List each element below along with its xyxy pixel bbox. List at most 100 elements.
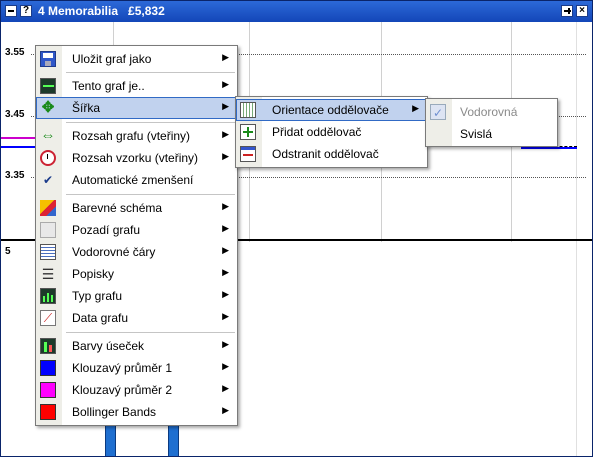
window-title: 4 Memorabilia £5,832 [38,4,165,18]
menu-item-vertical-orientation[interactable]: Svislá [426,123,557,145]
width-arrows-icon: ✥ [41,99,55,116]
submenu-arrow-icon: ▶ [222,201,229,211]
close-button[interactable]: × [576,5,588,17]
submenu-arrow-icon: ▶ [222,245,229,255]
menu-item-label: Orientace oddělovače [272,103,389,117]
menu-item-label: Šířka [72,101,101,115]
menu-item-label: Data grafu [72,311,129,325]
submenu-arrow-icon: ▶ [222,361,229,371]
chart-type-icon [40,288,56,304]
menu-item-remove-divider[interactable]: Odstranit oddělovač [236,143,427,165]
minimize-button[interactable] [5,5,17,17]
magenta-swatch-icon [40,382,56,398]
menu-item-save-chart-as[interactable]: Uložit graf jako ▶ [36,48,237,70]
menu-item-label: Barevné schéma [72,201,163,215]
menu-item-chart-type[interactable]: Typ grafu ▶ [36,285,237,307]
chart-data-icon: ⟋ [40,310,56,326]
menu-separator [66,72,235,73]
submenu-arrow-icon: ▶ [222,383,229,393]
blue-swatch-icon [40,360,56,376]
volume-axis-label: 5 [5,246,11,257]
menu-item-labels[interactable]: ☰ Popisky ▶ [36,263,237,285]
window-title-name: 4 Memorabilia [38,4,119,18]
menu-item-width[interactable]: ✥ Šířka ▶ [36,97,237,119]
checkmark-icon: ✓ [430,104,446,120]
floppy-disk-icon [40,51,56,67]
window-title-price: £5,832 [128,4,165,18]
submenu-arrow-icon: ▶ [222,289,229,299]
stopwatch-icon [40,150,56,166]
menu-item-label: Barvy úseček [72,339,145,353]
menu-item-this-chart-is[interactable]: Tento graf je.. ▶ [36,75,237,97]
menu-item-label: Popisky [72,267,115,281]
moving-average-1-line-right [521,147,577,149]
paint-bucket-icon [40,200,56,216]
red-swatch-icon [40,404,56,420]
menu-item-bollinger-bands[interactable]: Bollinger Bands ▶ [36,401,237,423]
horizontal-lines-icon [40,244,56,260]
menu-item-divider-orientation[interactable]: Orientace oddělovače ▶ [236,99,427,121]
menu-item-label: Tento graf je.. [72,79,145,93]
checkmark-icon: ✔ [42,173,54,187]
volume-bar [168,425,179,456]
divider-orientation-icon [240,102,256,118]
menu-item-label: Svislá [460,127,493,141]
menu-item-moving-average-1[interactable]: Klouzavý průměr 1 ▶ [36,357,237,379]
help-button[interactable]: ? [20,5,32,17]
y-tick-label: 3.35 [5,170,25,181]
submenu-arrow-icon: ▶ [222,101,229,111]
submenu-arrow-icon: ▶ [222,339,229,349]
menu-item-label: Pozadí grafu [72,223,141,237]
menu-item-add-divider[interactable]: Přidat oddělovač [236,121,427,143]
menu-item-bar-colors[interactable]: Barvy úseček ▶ [36,335,237,357]
menu-item-color-scheme[interactable]: Barevné schéma ▶ [36,197,237,219]
menu-item-horizontal-lines[interactable]: Vodorovné čáry ▶ [36,241,237,263]
submenu-arrow-icon: ▶ [222,79,229,89]
width-submenu: Orientace oddělovače ▶ Přidat oddělovač … [235,96,428,168]
menu-separator [66,194,235,195]
submenu-arrow-icon: ▶ [222,151,229,161]
submenu-arrow-icon: ▶ [222,52,229,62]
horizontal-arrows-icon: ⇔ [40,127,56,144]
chart-monitor-icon [40,78,56,94]
volume-bar [105,425,116,456]
title-bar[interactable]: ? 4 Memorabilia £5,832 × [1,1,592,22]
bar-colors-icon [40,338,56,354]
labels-list-icon: ☰ [41,266,55,282]
menu-item-chart-background[interactable]: Pozadí grafu ▶ [36,219,237,241]
menu-separator [66,332,235,333]
submenu-arrow-icon: ▶ [222,129,229,139]
submenu-arrow-icon: ▶ [222,267,229,277]
menu-separator [66,122,235,123]
orientation-submenu: ✓ Vodorovná Svislá [425,98,558,147]
background-icon [40,222,56,238]
menu-item-chart-range[interactable]: ⇔ Rozsah grafu (vteřiny) ▶ [36,125,237,147]
menu-item-label: Bollinger Bands [72,405,157,419]
pin-button[interactable] [561,5,573,17]
menu-item-label: Rozsah grafu (vteřiny) [72,129,191,143]
menu-item-label: Automatické zmenšení [72,173,194,187]
menu-item-horizontal-orientation[interactable]: ✓ Vodorovná [426,101,557,123]
menu-item-label: Odstranit oddělovač [272,147,379,161]
menu-item-label: Klouzavý průměr 2 [72,383,173,397]
context-menu: Uložit graf jako ▶ Tento graf je.. ▶ ✥ Š… [35,45,238,426]
submenu-arrow-icon: ▶ [222,223,229,233]
menu-item-chart-data[interactable]: ⟋ Data grafu ▶ [36,307,237,329]
y-tick-label: 3.45 [5,109,25,120]
menu-item-label: Rozsah vzorku (vteřiny) [72,151,199,165]
submenu-arrow-icon: ▶ [222,311,229,321]
menu-item-auto-scale[interactable]: ✔ Automatické zmenšení [36,169,237,191]
add-divider-icon [240,124,256,140]
menu-item-label: Vodorovná [460,105,518,119]
menu-item-label: Přidat oddělovač [272,125,362,139]
menu-item-label: Klouzavý průměr 1 [72,361,173,375]
menu-item-label: Typ grafu [72,289,123,303]
submenu-arrow-icon: ▶ [412,103,419,113]
menu-item-sample-range[interactable]: Rozsah vzorku (vteřiny) ▶ [36,147,237,169]
menu-item-label: Uložit graf jako [72,52,152,66]
y-tick-label: 3.55 [5,47,25,58]
submenu-arrow-icon: ▶ [222,405,229,415]
remove-divider-icon [240,146,256,162]
menu-item-label: Vodorovné čáry [72,245,156,259]
menu-item-moving-average-2[interactable]: Klouzavý průměr 2 ▶ [36,379,237,401]
